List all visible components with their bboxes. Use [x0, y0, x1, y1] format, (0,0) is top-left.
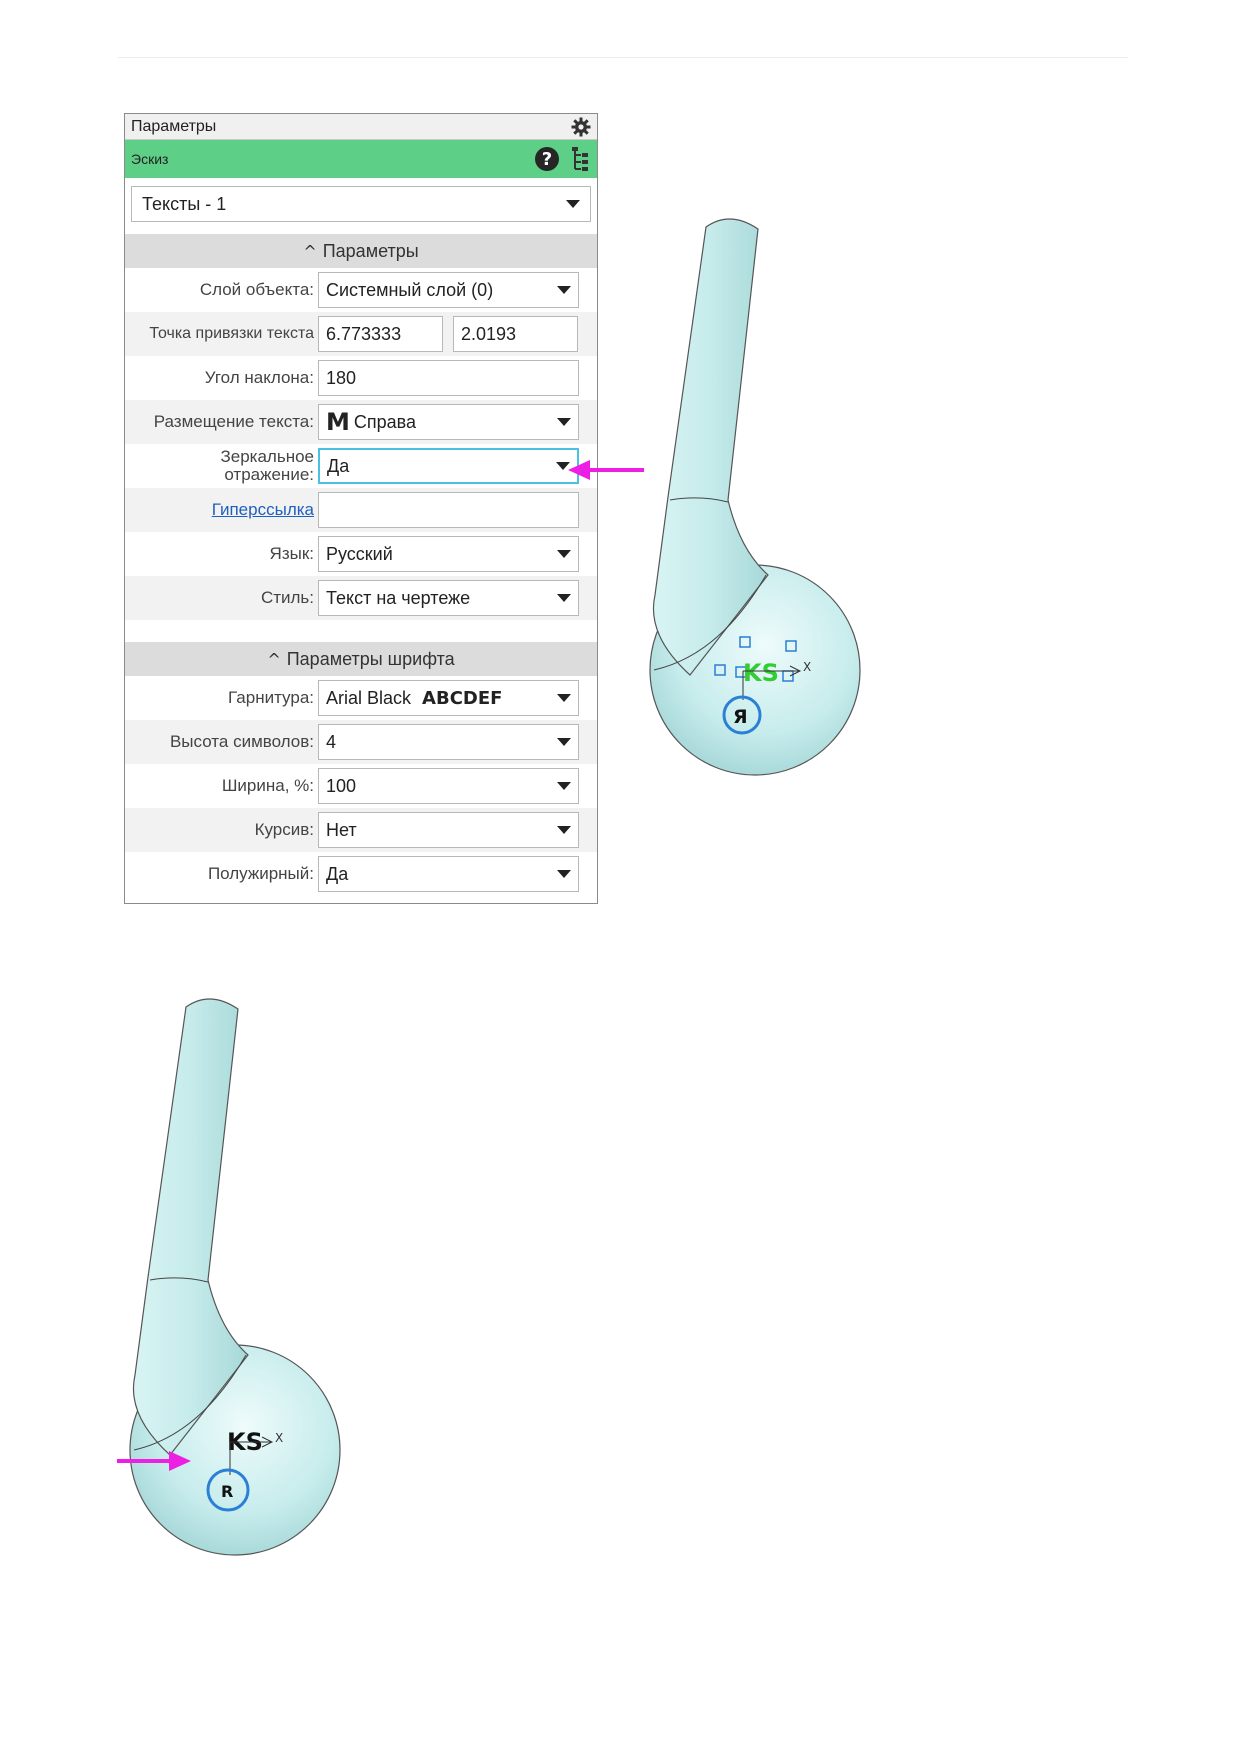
row-typeface: Гарнитура: Arial Black ABCDEF: [125, 676, 597, 720]
club-shape: [649, 218, 861, 776]
style-label: Стиль:: [260, 588, 314, 608]
model-view-bottom: KS X R: [129, 998, 341, 1556]
language-select[interactable]: Русский: [318, 536, 579, 572]
row-layer: Слой объекта: Системный слой (0): [125, 268, 597, 312]
section-font-header[interactable]: ^ Параметры шрифта: [125, 642, 597, 676]
object-select-value: Тексты - 1: [142, 193, 227, 214]
anchor-x-value: 6.773333: [326, 323, 402, 344]
height-label: Высота символов:: [169, 732, 314, 752]
hyperlink-link[interactable]: Гиперссылка: [125, 501, 318, 519]
row-bold: Полужирный: Да: [125, 852, 597, 896]
bold-label: Полужирный:: [207, 864, 314, 884]
placement-m-icon: M: [326, 408, 350, 436]
model-bottom-origin-glyph: R: [221, 1482, 233, 1501]
model-view-top: KS X Я: [649, 218, 861, 776]
mirror-value: Да: [327, 455, 350, 476]
help-icon[interactable]: ?: [535, 147, 559, 171]
section-font-title: Параметры шрифта: [286, 648, 455, 669]
annotation-arrow-right-icon: [117, 1451, 191, 1471]
bold-select[interactable]: Да: [318, 856, 579, 892]
width-value: 100: [326, 775, 357, 796]
chevron-down-icon: [557, 286, 571, 294]
typeface-select[interactable]: Arial Black ABCDEF: [318, 680, 579, 716]
chevron-down-icon: [557, 418, 571, 426]
model-bottom-axis-x: X: [275, 1431, 283, 1445]
object-select[interactable]: Тексты - 1: [131, 186, 591, 222]
layer-value: Системный слой (0): [326, 279, 494, 300]
angle-label: Угол наклона:: [204, 368, 314, 388]
mirror-select[interactable]: Да: [318, 448, 579, 484]
language-label: Язык:: [269, 544, 314, 564]
height-value: 4: [326, 731, 337, 752]
annotation-arrow-left-icon: [568, 460, 644, 480]
caret-up-icon: ^: [303, 241, 317, 261]
panel-header: Параметры: [125, 114, 597, 140]
italic-select[interactable]: Нет: [318, 812, 579, 848]
chevron-down-icon: [566, 200, 580, 208]
typeface-value: Arial Black: [326, 687, 412, 708]
italic-value: Нет: [326, 819, 357, 840]
typeface-label: Гарнитура:: [228, 688, 314, 708]
model-top-origin-glyph: Я: [733, 706, 748, 728]
anchor-y-input[interactable]: 2.0193: [453, 316, 578, 352]
row-angle: Угол наклона: 180: [125, 356, 597, 400]
panel-title: Параметры: [131, 117, 217, 135]
hyperlink-input[interactable]: [318, 492, 579, 528]
parameters-panel: Параметры Эскиз ? Тексты - 1 ^ Параметры…: [124, 113, 598, 904]
page-top-rule: [118, 57, 1128, 58]
typeface-sample: ABCDEF: [422, 687, 503, 709]
row-height: Высота символов: 4: [125, 720, 597, 764]
row-width: Ширина, %: 100: [125, 764, 597, 808]
caret-up-icon: ^: [267, 649, 281, 669]
chevron-down-icon: [557, 870, 571, 878]
placement-value: Справа: [353, 411, 417, 432]
style-value: Текст на чертеже: [326, 587, 471, 608]
width-select[interactable]: 100: [318, 768, 579, 804]
chevron-down-icon: [557, 826, 571, 834]
chevron-down-icon: [557, 694, 571, 702]
chevron-down-icon: [557, 550, 571, 558]
height-select[interactable]: 4: [318, 724, 579, 760]
chevron-down-icon: [557, 782, 571, 790]
bold-value: Да: [326, 863, 349, 884]
anchor-x-input[interactable]: 6.773333: [318, 316, 443, 352]
italic-label: Курсив:: [254, 820, 314, 840]
mirror-label-line1: Зеркальное: [220, 447, 314, 467]
style-select[interactable]: Текст на чертеже: [318, 580, 579, 616]
row-hyperlink: Гиперссылка: [125, 488, 597, 532]
anchor-label: Точка привязки текста: [149, 324, 314, 342]
anchor-y-value: 2.0193: [461, 323, 517, 344]
chevron-down-icon: [557, 738, 571, 746]
chevron-down-icon: [557, 594, 571, 602]
row-language: Язык: Русский: [125, 532, 597, 576]
section-parameters-header[interactable]: ^ Параметры: [125, 234, 597, 268]
gear-icon[interactable]: [571, 117, 591, 137]
angle-input[interactable]: 180: [318, 360, 579, 396]
model-top-text: KS: [743, 659, 779, 687]
placement-label: Размещение текста:: [153, 412, 314, 432]
section-parameters-title: Параметры: [322, 240, 419, 261]
layer-select[interactable]: Системный слой (0): [318, 272, 579, 308]
row-style: Стиль: Текст на чертеже: [125, 576, 597, 620]
tree-icon[interactable]: [571, 147, 591, 171]
width-label: Ширина, %:: [221, 776, 314, 796]
layer-label: Слой объекта:: [199, 280, 314, 300]
language-value: Русский: [326, 543, 393, 564]
row-placement: Размещение текста: M Справа: [125, 400, 597, 444]
angle-value: 180: [326, 367, 357, 388]
mirror-label-line2: отражение:: [224, 465, 314, 484]
placement-select[interactable]: M Справа: [318, 404, 579, 440]
mirror-label: Зеркальное отражение:: [125, 448, 318, 484]
row-italic: Курсив: Нет: [125, 808, 597, 852]
row-anchor: Точка привязки текста 6.773333 2.0193: [125, 312, 597, 356]
row-mirror: Зеркальное отражение: Да: [125, 444, 597, 488]
sketch-bar: Эскиз ?: [125, 140, 597, 178]
sketch-label: Эскиз: [131, 151, 169, 167]
model-top-axis-x: X: [803, 660, 811, 674]
